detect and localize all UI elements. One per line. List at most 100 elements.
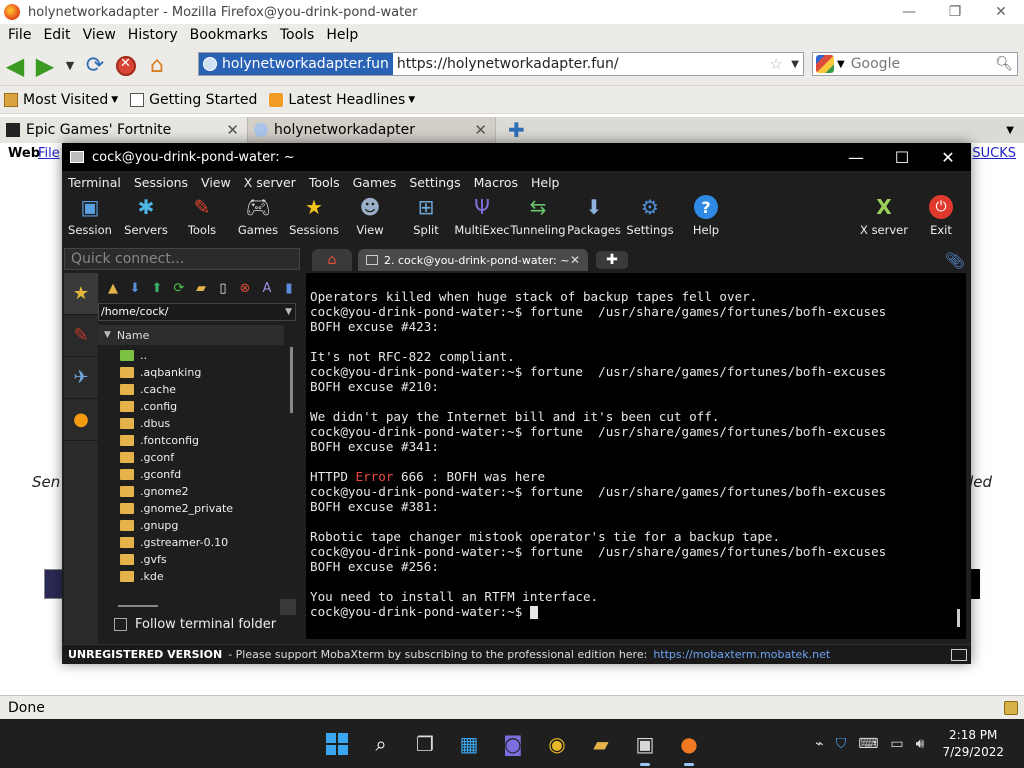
toolbar-session-button[interactable]: ▣ Session (62, 193, 118, 241)
search-icon[interactable]: 🔍︎ (995, 56, 1013, 72)
menu-games[interactable]: Games (353, 175, 397, 190)
sessions-star-side-icon[interactable]: ★ (64, 273, 98, 315)
list-item[interactable]: .cache (120, 381, 280, 398)
search-bar[interactable]: ▼ Google 🔍︎ (812, 52, 1018, 76)
toolbar-sessions-button[interactable]: ★ Sessions (286, 193, 342, 241)
search-input[interactable]: Google (851, 56, 900, 72)
follow-terminal-folder-checkbox[interactable]: Follow terminal folder (114, 617, 276, 632)
sftp-plane-side-icon[interactable]: ✈ (64, 357, 98, 399)
download-icon[interactable]: ⬇ (124, 279, 146, 297)
quick-connect-input[interactable]: Quick connect... (64, 248, 300, 270)
column-header-name[interactable]: ▼ Name (98, 325, 284, 345)
toolbar-servers-button[interactable]: ✱ Servers (118, 193, 174, 241)
new-folder-icon[interactable]: ▰ (190, 279, 212, 297)
menu-history[interactable]: History (122, 27, 184, 43)
menu-help[interactable]: Help (531, 175, 560, 190)
security-shield-icon[interactable]: ⛉ (836, 736, 847, 752)
toolbar-games-button[interactable]: 🎮︎ Games (230, 193, 286, 241)
rename-icon[interactable]: A (256, 279, 278, 297)
toolbar-split-button[interactable]: ⊞ Split (398, 193, 454, 241)
reload-icon[interactable]: ⟳ (80, 51, 110, 81)
toolbar-help-button[interactable]: ? Help (678, 193, 734, 241)
list-item[interactable]: .gstreamer-0.10 (120, 534, 280, 551)
clock[interactable]: 2:18 PM 7/29/2022 (942, 727, 1004, 761)
home-tab-icon[interactable]: ⌂ (312, 249, 352, 271)
list-item[interactable]: .fontconfig (120, 432, 280, 449)
menu-help[interactable]: Help (320, 27, 364, 43)
attachment-paperclip-icon[interactable]: 📎︎ (945, 251, 965, 270)
stop-icon[interactable] (116, 55, 136, 76)
url-text[interactable]: https://holynetworkadapter.fun/ (397, 56, 619, 72)
url-dropdown-icon[interactable]: ▼ (791, 59, 799, 70)
widgets-icon[interactable]: ▦ (454, 729, 484, 759)
firefox-taskbar-icon[interactable]: ● (674, 729, 704, 766)
new-tab-plus-icon[interactable]: ✚ (596, 251, 628, 269)
bookmark-latest-headlines[interactable]: Latest Headlines ▼ (269, 92, 415, 108)
list-item[interactable]: .aqbanking (120, 364, 280, 381)
sucks-link[interactable]: SUCKS (972, 146, 1016, 161)
toolbar-packages-button[interactable]: ⬇ Packages (566, 193, 622, 241)
task-view-icon[interactable]: ❐ (410, 729, 440, 759)
terminal-sync-icon[interactable]: ▮ (278, 279, 300, 297)
bookmark-most-visited[interactable]: Most Visited ▼ (4, 92, 118, 108)
sftp-path-input[interactable]: /home/cock/ ▼ (98, 303, 296, 321)
history-dropdown-icon[interactable]: ▼ (60, 51, 80, 81)
new-tab-plus-icon[interactable]: ✚ (508, 118, 525, 142)
toolbar-xserver-button[interactable]: X X server (856, 193, 912, 241)
menu-view[interactable]: View (201, 175, 231, 190)
list-item[interactable]: .. (120, 347, 280, 364)
display-icon[interactable]: ▭ (890, 736, 903, 752)
toolbar-exit-button[interactable]: ⏻ Exit (913, 193, 969, 241)
menu-file[interactable]: File (2, 27, 37, 43)
list-item[interactable]: .gvfs (120, 551, 280, 568)
scrollbar-thumb[interactable] (118, 605, 158, 607)
list-item[interactable]: .gconfd (120, 466, 280, 483)
site-identity-badge[interactable]: holynetworkadapter.fun (199, 53, 393, 75)
menu-tools[interactable]: Tools (274, 27, 321, 43)
toolbar-multiexec-button[interactable]: Ψ MultiExec (454, 193, 510, 241)
menu-bookmarks[interactable]: Bookmarks (184, 27, 274, 43)
file-explorer-icon[interactable]: ▰ (586, 729, 616, 759)
chat-icon[interactable]: ◙ (498, 729, 528, 759)
close-tab-icon[interactable]: ✕ (474, 121, 487, 139)
terminal-scrollbar[interactable] (957, 609, 960, 627)
minimize-button[interactable]: — (886, 0, 932, 24)
menu-macros[interactable]: Macros (474, 175, 518, 190)
sftp-vertical-scrollbar[interactable] (288, 347, 296, 587)
search-icon[interactable]: ⌕ (366, 729, 396, 759)
tools-side-icon[interactable]: ✎ (64, 315, 98, 357)
close-button[interactable]: ✕ (925, 143, 971, 171)
network-offline-icon[interactable]: ⌁ (815, 736, 823, 752)
upload-icon[interactable]: ⬆ (146, 279, 168, 297)
mobaxterm-taskbar-icon[interactable]: ▣ (630, 729, 660, 766)
list-item[interactable]: .gnome2 (120, 483, 280, 500)
list-item[interactable]: .gnupg (120, 517, 280, 534)
toolbar-tunneling-button[interactable]: ⇆ Tunneling (510, 193, 566, 241)
bookmark-getting-started[interactable]: Getting Started (130, 92, 257, 108)
tab-holynetworkadapter[interactable]: holynetworkadapter ✕ (248, 117, 496, 143)
new-file-icon[interactable]: ▯ (212, 279, 234, 297)
close-button[interactable]: ✕ (978, 0, 1024, 24)
delete-icon[interactable]: ⊗ (234, 279, 256, 297)
toolbar-settings-button[interactable]: ⚙ Settings (622, 193, 678, 241)
menu-view[interactable]: View (77, 27, 122, 43)
terminal-output[interactable]: Operators killed when huge stack of back… (306, 273, 966, 639)
session-tab[interactable]: 2. cock@you-drink-pond-water: ~ ✕ (358, 249, 588, 271)
refresh-icon[interactable]: ⟳ (168, 279, 190, 297)
tabs-list-dropdown-icon[interactable]: ▼ (1006, 125, 1014, 136)
chrome-icon[interactable]: ◉ (542, 729, 572, 759)
home-icon[interactable]: ⌂ (142, 51, 172, 81)
list-item[interactable]: .dbus (120, 415, 280, 432)
files-link[interactable]: File (38, 146, 60, 161)
toolbar-view-button[interactable]: ☻ View (342, 193, 398, 241)
checkbox-box[interactable] (114, 618, 127, 631)
forward-arrow-icon[interactable]: ▶ (30, 51, 60, 81)
list-item[interactable]: .kde (120, 568, 280, 585)
menu-tools[interactable]: Tools (309, 175, 340, 190)
close-tab-icon[interactable]: ✕ (570, 253, 580, 267)
toolbar-tools-button[interactable]: ✎ Tools (174, 193, 230, 241)
chevron-down-icon[interactable]: ▼ (285, 304, 292, 320)
close-tab-icon[interactable]: ✕ (226, 121, 239, 139)
list-item[interactable]: .gnome2_private (120, 500, 280, 517)
macros-side-icon[interactable]: ● (64, 399, 98, 441)
